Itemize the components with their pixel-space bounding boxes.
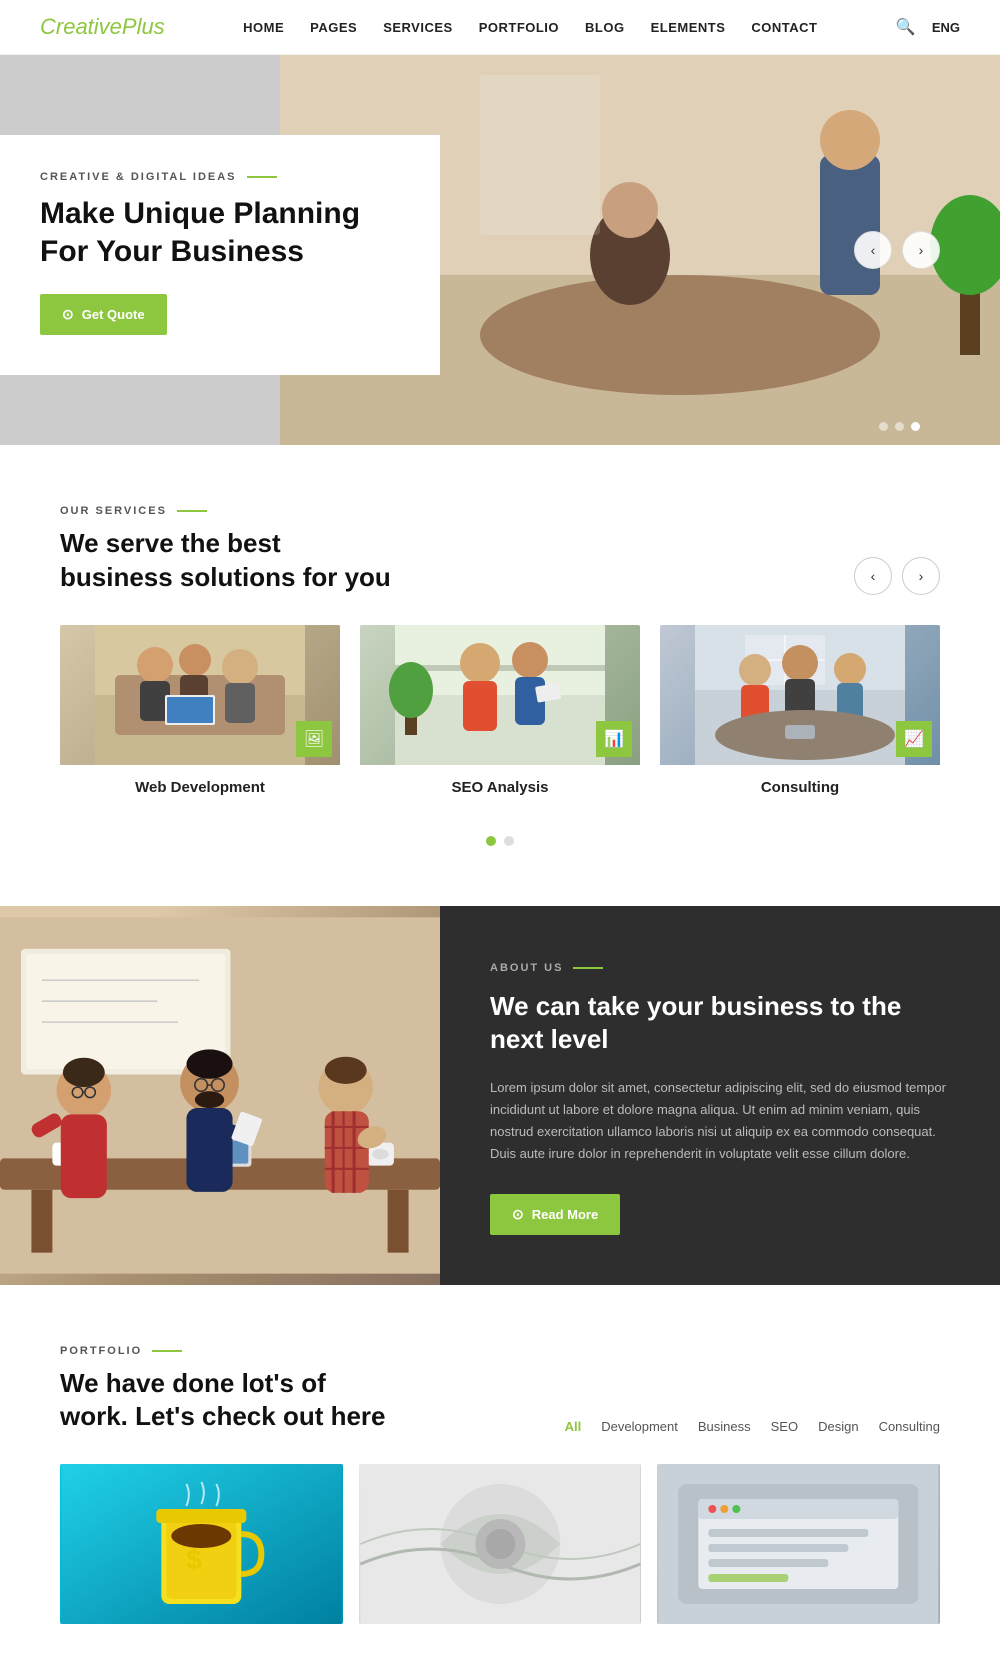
logo-italic: Plus xyxy=(122,14,165,39)
hero-arrows: ‹ › xyxy=(854,231,940,269)
portfolio-item-3-svg xyxy=(657,1464,940,1624)
portfolio-card-1[interactable]: $ xyxy=(60,1464,343,1624)
hero-section: CREATIVE & DIGITAL IDEAS Make Unique Pla… xyxy=(0,55,1000,445)
portfolio-item-1-svg: $ xyxy=(60,1464,343,1624)
get-quote-button[interactable]: ⊙ Get Quote xyxy=(40,294,167,335)
navbar: CreativePlus HOME PAGES SERVICES PORTFOL… xyxy=(0,0,1000,55)
service-card-consulting-label: Consulting xyxy=(660,765,940,806)
search-icon[interactable]: 🔍 xyxy=(896,17,916,37)
filter-seo[interactable]: SEO xyxy=(771,1419,798,1434)
about-image xyxy=(0,906,440,1285)
portfolio-header: We have done lot's of work. Let's check … xyxy=(60,1367,940,1435)
nav-pages[interactable]: PAGES xyxy=(310,20,357,35)
services-label: OUR SERVICES xyxy=(60,505,940,517)
portfolio-card-3[interactable] xyxy=(657,1464,940,1624)
service-card-seo-image: 📊 xyxy=(360,625,640,765)
web-dev-icon: 🖼 xyxy=(296,721,332,757)
services-prev-button[interactable]: ‹ xyxy=(854,557,892,595)
nav-blog[interactable]: BLOG xyxy=(585,20,625,35)
nav-portfolio[interactable]: PORTFOLIO xyxy=(479,20,559,35)
portfolio-grid: $ xyxy=(60,1464,940,1624)
consulting-icon: 📈 xyxy=(896,721,932,757)
about-scene-svg xyxy=(0,906,440,1285)
svg-text:$: $ xyxy=(186,1544,202,1575)
about-team-image xyxy=(0,906,440,1285)
logo-bold: Creative xyxy=(40,14,122,39)
portfolio-label: PORTFOLIO xyxy=(60,1345,940,1357)
hero-prev-button[interactable]: ‹ xyxy=(854,231,892,269)
services-section: OUR SERVICES We serve the best business … xyxy=(0,445,1000,906)
about-label: ABOUT US xyxy=(490,962,950,974)
service-card-web[interactable]: 🖼 Web Development xyxy=(60,625,340,806)
service-card-seo-label: SEO Analysis xyxy=(360,765,640,806)
services-arrows: ‹ › xyxy=(854,557,940,595)
nav-contact[interactable]: CONTACT xyxy=(751,20,817,35)
hero-dot-3[interactable] xyxy=(911,422,920,431)
service-dot-1[interactable] xyxy=(486,836,496,846)
logo[interactable]: CreativePlus xyxy=(40,14,165,40)
circle-icon: ⊙ xyxy=(62,306,74,323)
service-card-seo[interactable]: 📊 SEO Analysis xyxy=(360,625,640,806)
portfolio-filters: All Development Business SEO Design Cons… xyxy=(565,1419,940,1434)
hero-content: CREATIVE & DIGITAL IDEAS Make Unique Pla… xyxy=(0,135,440,375)
filter-development[interactable]: Development xyxy=(601,1419,678,1434)
hero-dots xyxy=(879,422,920,431)
about-section: ABOUT US We can take your business to th… xyxy=(0,906,1000,1285)
filter-design[interactable]: Design xyxy=(818,1419,858,1434)
services-next-button[interactable]: › xyxy=(902,557,940,595)
filter-business[interactable]: Business xyxy=(698,1419,751,1434)
read-more-button[interactable]: ⊙ Read More xyxy=(490,1194,620,1235)
seo-icon: 📊 xyxy=(596,721,632,757)
nav-elements[interactable]: ELEMENTS xyxy=(651,20,726,35)
service-cards: 🖼 Web Development xyxy=(60,625,940,806)
nav-home[interactable]: HOME xyxy=(243,20,284,35)
about-content: ABOUT US We can take your business to th… xyxy=(440,906,1000,1285)
nav-links: HOME PAGES SERVICES PORTFOLIO BLOG ELEME… xyxy=(243,20,817,35)
hero-next-button[interactable]: › xyxy=(902,231,940,269)
service-dot-2[interactable] xyxy=(504,836,514,846)
hero-dot-2[interactable] xyxy=(895,422,904,431)
language-selector[interactable]: ENG xyxy=(932,20,960,35)
nav-services[interactable]: SERVICES xyxy=(383,20,453,35)
about-title: We can take your business to the next le… xyxy=(490,990,950,1058)
hero-dot-1[interactable] xyxy=(879,422,888,431)
nav-right: 🔍 ENG xyxy=(896,17,960,37)
service-card-consulting-image: 📈 xyxy=(660,625,940,765)
portfolio-item-2-svg xyxy=(359,1464,642,1624)
service-card-web-image: 🖼 xyxy=(60,625,340,765)
hero-title: Make Unique Planning For Your Business xyxy=(40,195,400,270)
portfolio-section: PORTFOLIO We have done lot's of work. Le… xyxy=(0,1285,1000,1655)
portfolio-title: We have done lot's of work. Let's check … xyxy=(60,1367,386,1435)
about-text: Lorem ipsum dolor sit amet, consectetur … xyxy=(490,1077,950,1165)
hero-label: CREATIVE & DIGITAL IDEAS xyxy=(40,171,400,183)
services-title: We serve the best business solutions for… xyxy=(60,527,391,595)
service-card-web-label: Web Development xyxy=(60,765,340,806)
services-header: We serve the best business solutions for… xyxy=(60,527,940,595)
circle-outline-icon: ⊙ xyxy=(512,1206,524,1223)
service-dots xyxy=(60,836,940,846)
filter-all[interactable]: All xyxy=(565,1419,582,1434)
portfolio-card-2[interactable] xyxy=(359,1464,642,1624)
service-card-consulting[interactable]: 📈 Consulting xyxy=(660,625,940,806)
filter-consulting[interactable]: Consulting xyxy=(879,1419,940,1434)
